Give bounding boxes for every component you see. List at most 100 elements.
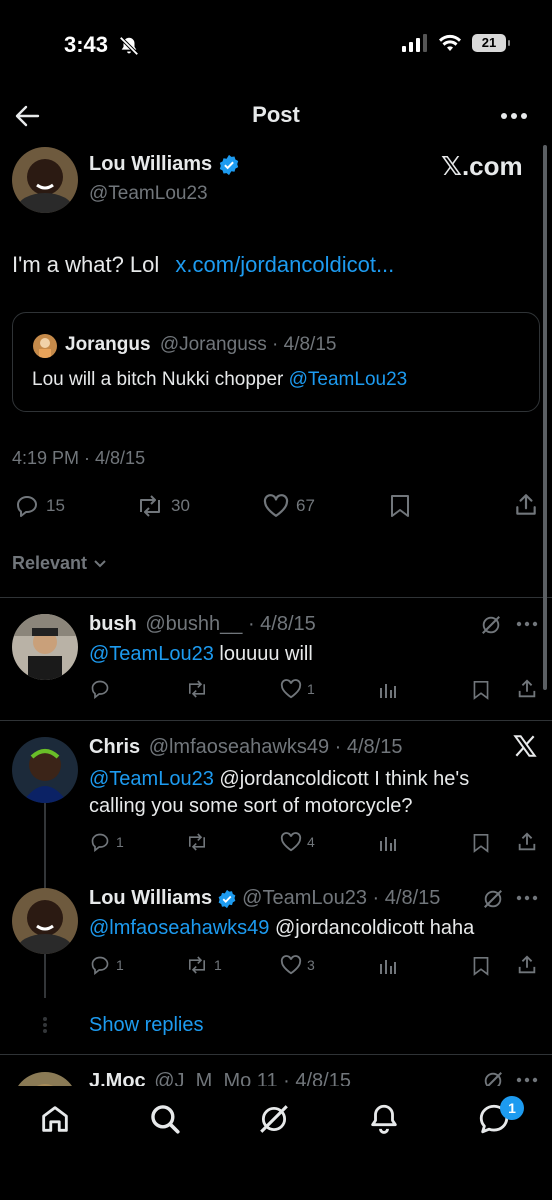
heart-icon — [280, 832, 302, 852]
sort-label: Relevant — [12, 553, 88, 573]
sort-dropdown[interactable]: Relevant — [12, 553, 107, 574]
quote-header: Jorangus @Joranguss · 4/8/15 — [65, 334, 336, 356]
verified-badge-icon — [218, 154, 240, 176]
reply-action[interactable] — [89, 679, 111, 699]
views-icon[interactable] — [378, 956, 398, 976]
reply-icon — [89, 955, 111, 975]
quote-body: Lou will a bitch Nukki chopper @TeamLou2… — [32, 369, 407, 391]
scrollbar[interactable] — [543, 145, 547, 690]
heart-icon — [280, 955, 302, 975]
reply-action[interactable]: 1 — [89, 832, 124, 852]
reply-count: 1 — [116, 957, 124, 973]
repost-count: 1 — [214, 957, 222, 973]
reply-body: @lmfaoseahawks49 @jordancoldicott haha — [89, 917, 474, 940]
reply-avatar[interactable] — [12, 614, 78, 680]
views-icon[interactable] — [378, 680, 398, 700]
home-icon[interactable] — [38, 1102, 72, 1136]
like-action[interactable]: 67 — [262, 494, 315, 518]
show-replies-link[interactable]: Show replies — [89, 1014, 204, 1037]
reply-action[interactable]: 15 — [14, 494, 65, 518]
status-time: 3:43 — [64, 32, 109, 57]
verified-badge-icon — [217, 889, 237, 909]
repost-action[interactable] — [185, 679, 209, 699]
reply-icon — [14, 494, 40, 518]
messages-badge: 1 — [500, 1096, 524, 1120]
like-count: 3 — [307, 957, 315, 973]
divider — [0, 1054, 552, 1055]
reply-count: 1 — [116, 834, 124, 850]
repost-icon — [185, 832, 209, 852]
reply-mention[interactable]: @TeamLou23 — [89, 643, 214, 665]
reply-body: @TeamLou23 @jordancoldicott I think he's… — [89, 766, 529, 820]
repost-icon — [185, 955, 209, 975]
reply-meta: @lmfaoseahawks49 · 4/8/15 — [148, 736, 403, 758]
x-logo-icon — [512, 733, 538, 759]
bookmark-icon[interactable] — [472, 680, 490, 700]
quote-mention[interactable]: @TeamLou23 — [289, 369, 408, 390]
reply-icon — [89, 679, 111, 699]
heart-icon — [262, 494, 290, 518]
bookmark-icon[interactable] — [472, 833, 490, 853]
search-icon[interactable] — [148, 1102, 182, 1136]
chevron-down-icon — [93, 559, 107, 569]
more-options-icon[interactable] — [516, 895, 538, 901]
reply-icon — [89, 832, 111, 852]
repost-action[interactable]: 1 — [185, 955, 222, 975]
repost-action[interactable] — [185, 832, 209, 852]
reply-header: Chris @lmfaoseahawks49 · 4/8/15 — [89, 736, 402, 759]
bell-slash-icon — [118, 35, 140, 57]
author-handle[interactable]: @TeamLou23 — [89, 183, 208, 205]
like-action[interactable]: 3 — [280, 955, 315, 975]
reply-action[interactable]: 1 — [89, 955, 124, 975]
reply-meta: @TeamLou23 · 4/8/15 — [242, 887, 441, 909]
post-text: I'm a what? Lol — [12, 252, 160, 277]
post-link[interactable]: x.com/jordancoldicot... — [175, 252, 394, 277]
notifications-bell-icon[interactable] — [367, 1102, 401, 1136]
reply-text: louuuu will — [219, 643, 313, 665]
more-options-icon[interactable] — [516, 621, 538, 627]
like-count: 4 — [307, 834, 315, 850]
more-options-icon[interactable] — [500, 112, 528, 120]
reply-meta: @bushh__ · 4/8/15 — [145, 613, 316, 635]
like-action[interactable]: 1 — [280, 679, 315, 699]
reply-author-name[interactable]: Chris — [89, 736, 140, 758]
post-text-row: I'm a what? Lol x.com/jordancoldicot... — [12, 252, 394, 278]
share-icon[interactable] — [516, 954, 538, 976]
wifi-icon — [438, 34, 462, 52]
share-icon[interactable] — [516, 678, 538, 700]
views-icon[interactable] — [378, 833, 398, 853]
author-name-row[interactable]: Lou Williams — [89, 153, 240, 176]
quote-author-avatar — [33, 334, 57, 358]
repost-action[interactable]: 30 — [135, 494, 190, 518]
reply-author-name[interactable]: bush — [89, 613, 137, 635]
reply-mention[interactable]: @TeamLou23 — [89, 768, 214, 790]
reply-body: @TeamLou23 louuuu will — [89, 643, 313, 666]
divider — [0, 720, 552, 721]
reply-header: bush @bushh__ · 4/8/15 — [89, 613, 316, 636]
heart-icon — [280, 679, 302, 699]
grok-nav-icon[interactable] — [257, 1102, 291, 1136]
bookmark-icon[interactable] — [472, 956, 490, 976]
reply-count: 15 — [46, 496, 65, 515]
author-name[interactable]: Lou Williams — [89, 153, 212, 176]
reply-avatar[interactable] — [12, 888, 78, 954]
reply-header: Lou Williams @TeamLou23 · 4/8/15 — [89, 887, 440, 910]
bookmark-icon[interactable] — [389, 494, 411, 518]
more-options-icon[interactable] — [516, 1077, 538, 1083]
grok-icon[interactable] — [482, 888, 504, 910]
signal-icon — [402, 34, 428, 52]
author-avatar[interactable] — [12, 147, 78, 213]
share-icon[interactable] — [516, 831, 538, 853]
reply-avatar[interactable] — [12, 737, 78, 803]
grok-icon[interactable] — [480, 614, 502, 636]
share-icon[interactable] — [513, 492, 539, 518]
repost-count: 30 — [171, 496, 190, 515]
quoted-post-card[interactable] — [12, 312, 540, 412]
like-action[interactable]: 4 — [280, 832, 315, 852]
reply-mention[interactable]: @lmfaoseahawks49 — [89, 917, 269, 939]
status-indicators: 21 — [402, 34, 510, 52]
reply-author-name[interactable]: Lou Williams — [89, 887, 212, 910]
like-count: 1 — [307, 681, 315, 697]
x-com-watermark: 𝕏.com — [441, 151, 523, 181]
quote-text: Lou will a bitch Nukki chopper — [32, 369, 284, 390]
